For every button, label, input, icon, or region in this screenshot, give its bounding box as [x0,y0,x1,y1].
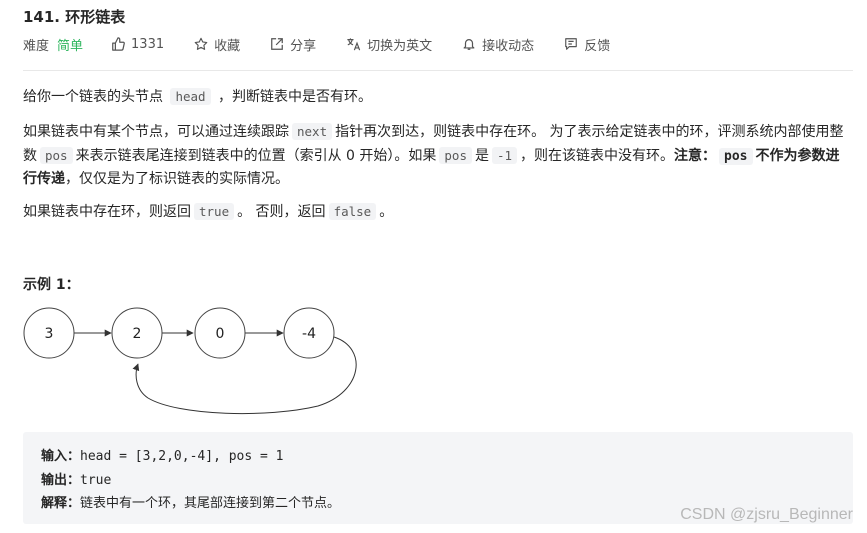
feedback-icon [565,38,578,50]
translate-button[interactable]: 切换为英文 [346,35,432,54]
note-label: 注意： [674,148,717,164]
star-icon [194,37,208,50]
share-label: 分享 [290,38,317,54]
inline-code: pos [40,147,73,164]
like-button[interactable]: 1331 [111,37,164,52]
node-label: 2 [133,326,142,342]
input-label: 输入： [41,449,81,464]
node-label: -4 [302,326,316,342]
example-output: 输出：true [41,469,111,488]
translate-label: 切换为英文 [367,38,433,54]
inline-code: head [170,88,211,105]
explain-label: 解释： [41,496,81,511]
input-value: head = [3,2,0,-4], pos = 1 [80,449,284,464]
notify-label: 接收动态 [482,38,535,54]
inline-code: true [194,203,235,220]
difficulty-badge: 简单 [57,38,84,54]
description-paragraph-2: 如果链表中有某个节点，可以通过连续跟踪 next 指针再次到达，则链表中存在环。 为… [23,123,844,187]
output-label: 输出： [41,473,81,488]
problem-title: 141. 环形链表 [23,8,126,26]
bell-icon [463,39,475,50]
inline-code: -1 [491,147,518,164]
node-label: 0 [216,326,225,342]
inline-code: pos [439,147,472,164]
feedback-label: 反馈 [584,38,611,54]
inline-code-bold: pos [719,148,753,165]
feedback-button[interactable]: 反馈 [564,35,610,54]
description-paragraph-1: 给你一个链表的头节点 head ，判断链表中是否有环。 [23,88,373,105]
share-button[interactable]: 分享 [270,35,316,54]
watermark: CSDN @zjsru_Beginner [680,506,853,523]
notify-button[interactable]: 接收动态 [462,35,534,54]
example-explanation: 解释：链表中有一个环，其尾部连接到第二个节点。 [41,492,340,511]
output-value: true [80,473,112,488]
like-count: 1331 [131,36,165,52]
node-label: 3 [45,326,54,342]
favorite-label: 收藏 [214,38,241,54]
share-icon [271,38,284,50]
thumbs-up-icon [112,37,125,51]
linked-list-diagram: 3 2 0 -4 [23,307,357,415]
favorite-button[interactable]: 收藏 [194,35,240,54]
problem-toolbar: 难度 简单 1331 收藏 分享 切换为英文 接收动态 反馈 [23,34,640,54]
difficulty-label: 难度 [23,38,50,54]
explain-value: 链表中有一个环，其尾部连接到第二个节点。 [80,496,341,511]
divider [23,70,853,71]
description-paragraph-3: 如果链表中存在环，则返回 true。 否则，返回 false。 [23,203,394,220]
example-title: 示例 1： [23,277,80,293]
example-input: 输入：head = [3,2,0,-4], pos = 1 [41,445,284,464]
inline-code: false [328,203,377,220]
translate-icon [347,38,361,51]
inline-code: next [292,123,333,140]
